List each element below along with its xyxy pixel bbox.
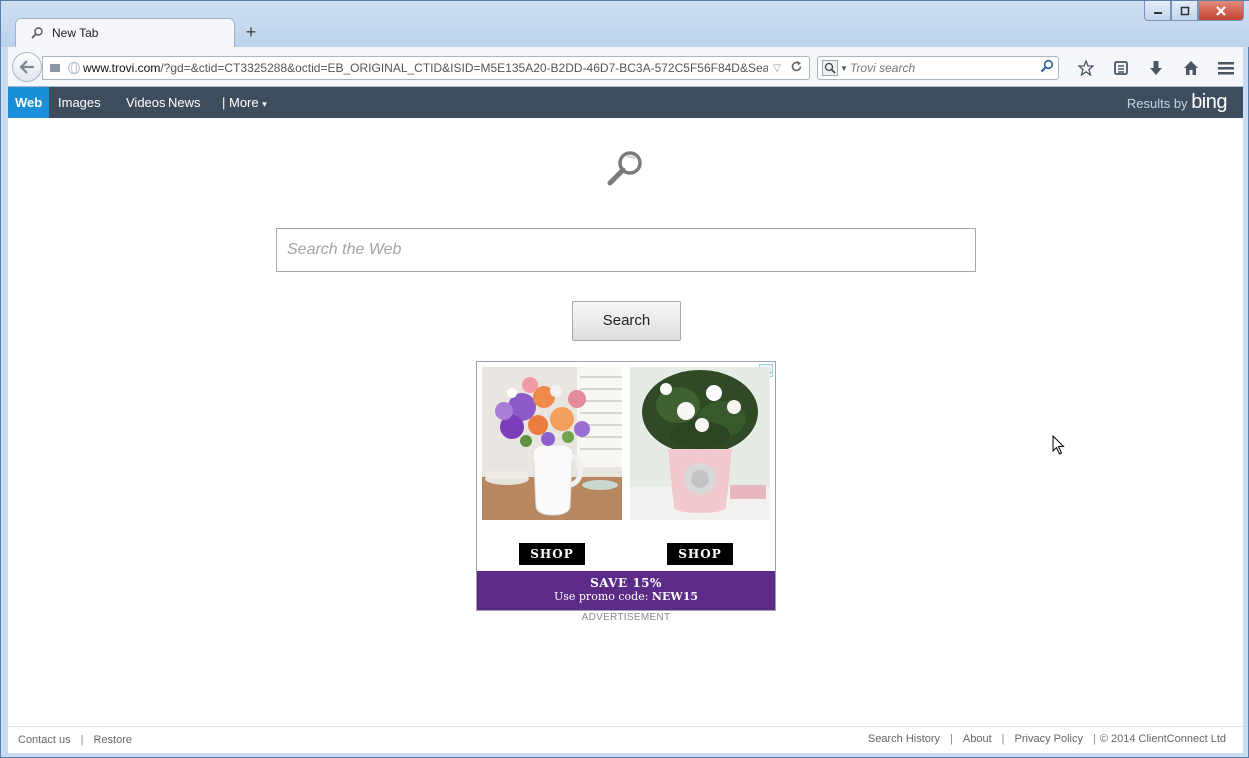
url-history-dropdown[interactable]: ▽ [768, 63, 786, 74]
mouse-cursor-icon [1052, 434, 1066, 455]
more-chevron-icon: ▾ [262, 99, 267, 109]
promo-prefix: Use promo code: [553, 590, 649, 603]
page-footer: Contact us | Restore Search History | Ab… [8, 726, 1243, 753]
about-link[interactable]: About [963, 733, 992, 745]
shop-button-bouquet[interactable]: SHOP [519, 543, 585, 565]
contact-us-link[interactable]: Contact us [18, 734, 71, 746]
copyright-text: © 2014 ClientConnect Ltd [1099, 733, 1226, 745]
tab-title: New Tab [52, 26, 99, 40]
url-host: www.trovi.com [83, 61, 161, 75]
bookmark-star-icon[interactable] [1068, 56, 1103, 80]
search-placeholder: Trovi search [850, 61, 916, 75]
maximize-button[interactable] [1171, 1, 1198, 21]
bing-logo: bing [1191, 91, 1227, 113]
advertisement-label: ADVERTISEMENT [581, 612, 671, 623]
promo-code-line: Use promo code: NEW15 [477, 590, 775, 603]
trovi-page: Web Images Videos News | More ▾ Results … [8, 87, 1243, 753]
vertical-images[interactable]: Images [58, 87, 101, 118]
footer-separator: | [950, 733, 953, 745]
vertical-more[interactable]: | More ▾ [222, 87, 267, 118]
search-button[interactable]: Search [572, 301, 681, 341]
promo-banner[interactable]: SAVE 15% Use promo code: NEW15 [477, 571, 775, 610]
close-icon [1216, 5, 1226, 16]
footer-separator: | [1093, 733, 1096, 745]
vertical-videos[interactable]: Videos [126, 87, 166, 118]
magnifier-icon [822, 60, 838, 76]
web-search-input[interactable]: Search the Web [276, 228, 976, 272]
promo-save-text: SAVE 15% [590, 576, 662, 590]
toolbar-icons [1068, 56, 1243, 80]
search-go-icon[interactable] [1036, 59, 1058, 78]
chevron-down-icon: ▼ [840, 63, 848, 73]
bouquet-product-image[interactable] [482, 367, 622, 520]
results-by-bing: Results by bing [1126, 87, 1228, 118]
plant-product-image[interactable] [630, 367, 770, 520]
advertisement-banner[interactable]: SHOP SHOP SAVE 15% Use promo code: NEW15 [476, 361, 776, 611]
privacy-policy-link[interactable]: Privacy Policy [1015, 733, 1083, 745]
footer-right-links: Search History | About | Privacy Policy … [868, 733, 1226, 745]
minimize-icon [1153, 11, 1162, 14]
browser-search-bar[interactable]: ▼ Trovi search [817, 56, 1059, 80]
magnifier-logo-icon [606, 149, 646, 189]
identity-box[interactable] [43, 61, 83, 75]
shop-button-plant[interactable]: SHOP [667, 543, 733, 565]
restore-link[interactable]: Restore [93, 734, 132, 746]
vertical-nav-bar: Web Images Videos News | More ▾ Results … [8, 87, 1243, 118]
url-bar[interactable]: www.trovi.com/?gd=&ctid=CT3325288&octid=… [42, 56, 810, 80]
new-tab-button[interactable]: + [241, 22, 261, 42]
search-engine-selector[interactable]: ▼ [818, 60, 850, 76]
search-history-link[interactable]: Search History [868, 733, 940, 745]
search-icon [30, 26, 44, 40]
promo-code: NEW15 [651, 590, 699, 603]
search-input-placeholder: Search the Web [287, 241, 402, 258]
globe-icon [67, 61, 81, 75]
hamburger-menu-icon[interactable] [1208, 56, 1243, 80]
downloads-icon[interactable] [1138, 56, 1173, 80]
reload-icon[interactable] [786, 60, 806, 76]
url-path: /?gd=&ctid=CT3325288&octid=EB_ORIGINAL_C… [160, 61, 768, 75]
restore-icon [1180, 6, 1189, 15]
footer-separator: | [80, 734, 84, 746]
back-arrow-icon [19, 60, 34, 74]
more-label: | More [222, 95, 259, 110]
tab-strip: New Tab + [1, 1, 1249, 47]
tab-new-tab[interactable]: New Tab [15, 18, 235, 47]
minimize-button[interactable] [1144, 1, 1171, 21]
url-text[interactable]: www.trovi.com/?gd=&ctid=CT3325288&octid=… [83, 61, 768, 75]
bookmarks-menu-icon[interactable] [1103, 56, 1138, 80]
footer-left-links: Contact us | Restore [18, 734, 132, 746]
navigation-toolbar: www.trovi.com/?gd=&ctid=CT3325288&octid=… [8, 47, 1243, 87]
vertical-news[interactable]: News [168, 87, 201, 118]
close-window-button[interactable] [1198, 1, 1244, 21]
results-by-label: Results by [1126, 96, 1188, 111]
vertical-web[interactable]: Web [8, 87, 50, 118]
page-icon [50, 64, 60, 72]
browser-window: New Tab + www.trovi.com/?gd=&ctid=CT3325… [0, 0, 1249, 758]
footer-separator: | [1001, 733, 1005, 745]
back-button[interactable] [12, 52, 42, 82]
window-controls [1144, 1, 1244, 21]
home-icon[interactable] [1173, 56, 1208, 80]
